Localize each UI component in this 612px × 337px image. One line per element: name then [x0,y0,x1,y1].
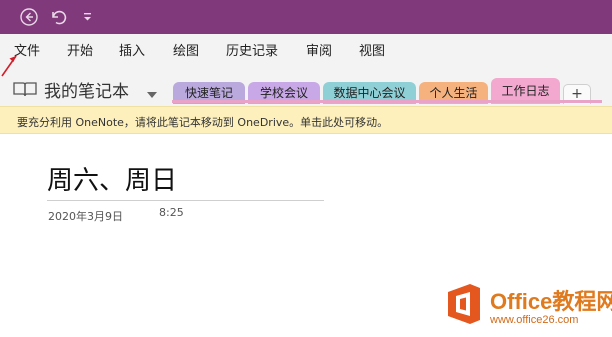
office-logo-icon [448,284,480,324]
title-bar [0,0,612,34]
ribbon-tabs: 文件 开始 插入 绘图 历史记录 审阅 视图 [0,34,612,62]
page-title[interactable]: 周六、周日 [47,160,177,197]
active-section-underline [172,100,602,103]
onedrive-info-bar[interactable]: 要充分利用 OneNote，请将此笔记本移动到 OneDrive。单击此处可移动… [0,106,612,134]
book-open-icon[interactable] [12,81,38,101]
watermark-brand: Office教程网 [490,289,612,314]
menu-view[interactable]: 视图 [359,40,385,59]
menu-draw[interactable]: 绘图 [173,40,199,59]
menu-insert[interactable]: 插入 [119,40,145,59]
watermark: Office教程网 www.office26.com [440,280,612,335]
title-divider [47,200,324,201]
menu-file[interactable]: 文件 [14,40,40,59]
section-tab-label: 学校会议 [259,86,308,100]
menu-history[interactable]: 历史记录 [226,40,278,59]
section-tab-label: 工作日志 [501,84,550,98]
section-tab-label: 个人生活 [429,86,478,100]
menu-review[interactable]: 审阅 [306,40,332,59]
watermark-url: www.office26.com [490,314,579,326]
menu-home[interactable]: 开始 [67,40,93,59]
quick-access-dropdown-icon[interactable] [78,7,98,27]
section-tab-label: 数据中心会议 [333,86,406,100]
page-date: 2020年3月9日 [48,210,123,223]
undo-icon[interactable] [48,7,68,27]
page-time: 8:25 [159,206,184,219]
notebook-title[interactable]: 我的笔记本 [44,77,129,102]
info-bar-message: 要充分利用 OneNote，请将此笔记本移动到 OneDrive。单击此处可移动… [17,116,389,129]
back-icon[interactable] [19,7,39,27]
caret-down-icon[interactable] [146,84,158,103]
section-tab-label: 快速笔记 [184,86,233,100]
